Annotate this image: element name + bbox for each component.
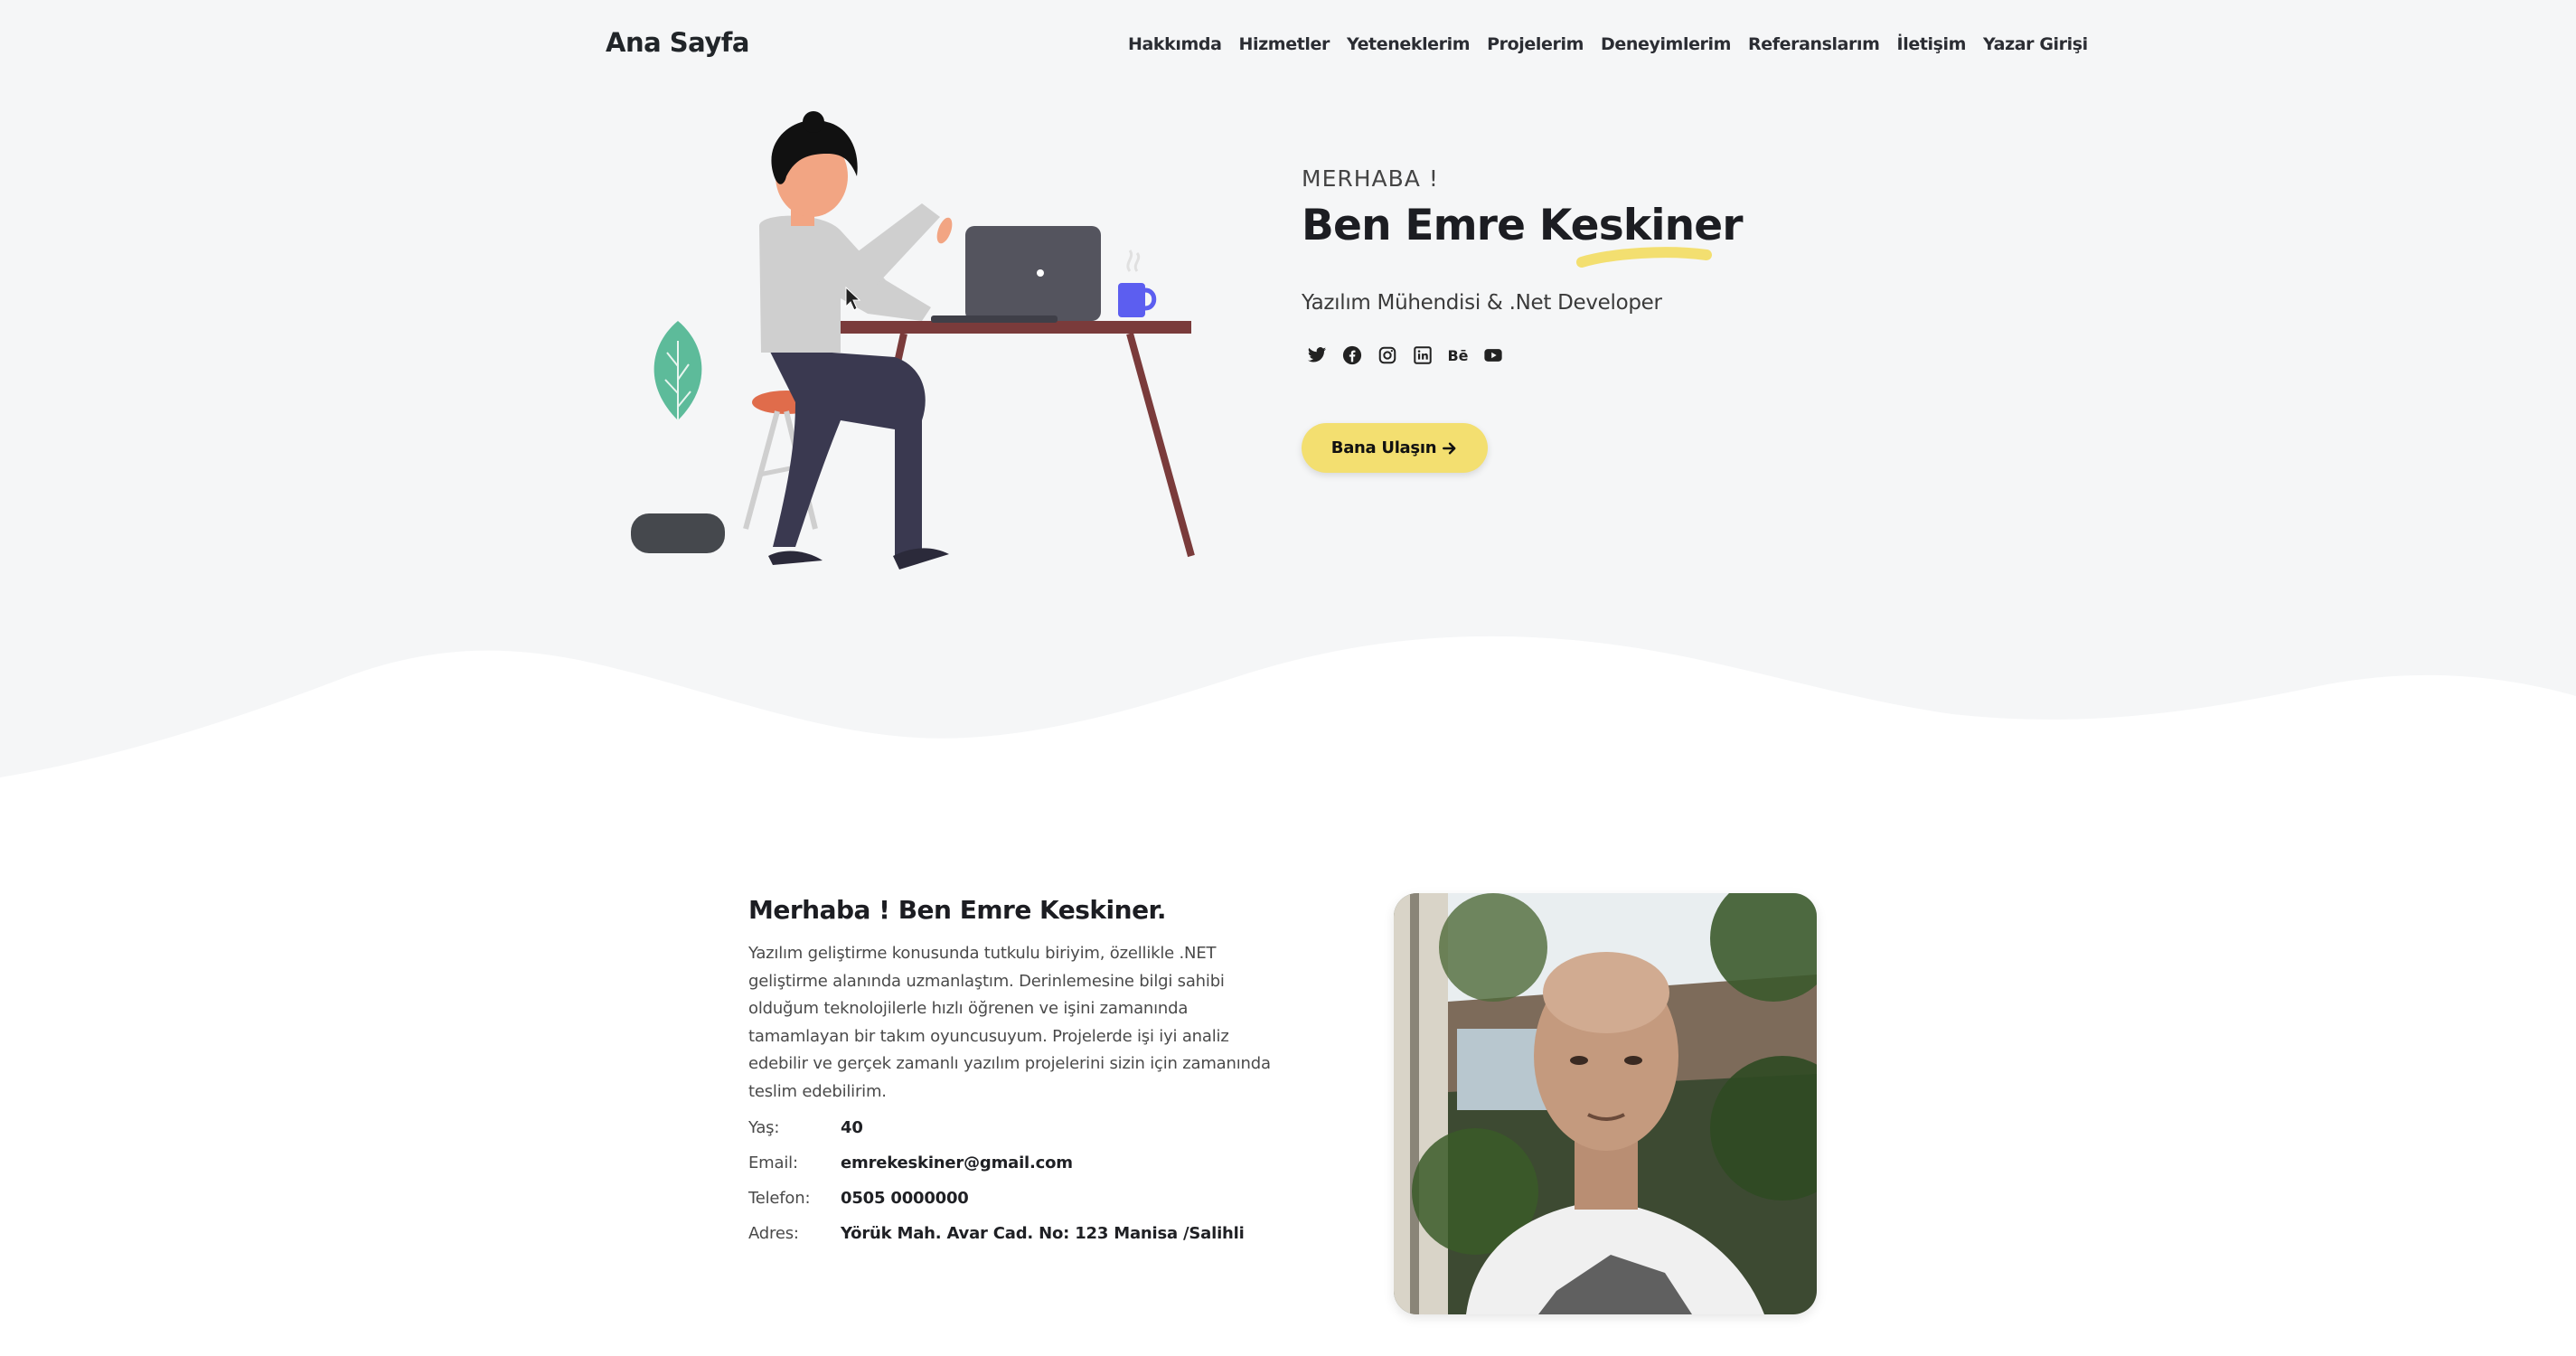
nav-experience[interactable]: Deneyimlerim: [1601, 34, 1731, 54]
nav-projects[interactable]: Projelerim: [1487, 34, 1584, 54]
info-value: 0505 0000000: [841, 1189, 969, 1208]
linkedin-icon[interactable]: [1413, 345, 1433, 365]
info-label: Yaş:: [748, 1118, 780, 1137]
info-row-age: Yaş: 40: [748, 1110, 1245, 1145]
personal-info: Yaş: 40 Email: emrekeskiner@gmail.com Te…: [748, 1110, 1245, 1251]
contact-me-button[interactable]: Bana Ulaşın: [1302, 423, 1488, 473]
nav-references[interactable]: Referanslarım: [1748, 34, 1880, 54]
contact-me-label: Bana Ulaşın: [1330, 438, 1437, 457]
twitter-icon[interactable]: [1307, 345, 1327, 365]
info-row-phone: Telefon: 0505 0000000: [748, 1181, 1245, 1216]
nav-contact[interactable]: İletişim: [1897, 34, 1967, 54]
profile-photo: [1394, 893, 1817, 1314]
info-label: Email:: [748, 1154, 798, 1172]
info-row-email: Email: emrekeskiner@gmail.com: [748, 1145, 1245, 1181]
instagram-icon[interactable]: [1377, 345, 1397, 365]
info-label: Adres:: [748, 1224, 799, 1243]
hero-greeting: MERHABA !: [1302, 165, 1439, 192]
hero-wave-divider: [0, 636, 2576, 814]
nav-services[interactable]: Hizmetler: [1239, 34, 1330, 54]
nav-skills[interactable]: Yeteneklerim: [1347, 34, 1471, 54]
facebook-icon[interactable]: [1342, 345, 1362, 365]
about-title: Merhaba ! Ben Emre Keskiner.: [748, 895, 1167, 925]
arrow-right-icon: [1443, 442, 1456, 454]
hero-name: Ben Emre Keskiner: [1302, 201, 1744, 250]
info-row-address: Adres: Yörük Mah. Avar Cad. No: 123 Mani…: [748, 1216, 1245, 1251]
about-text: Yazılım geliştirme konusunda tutkulu bir…: [748, 944, 1271, 1101]
behance-icon[interactable]: Bē: [1447, 345, 1468, 365]
brand-home-link[interactable]: Ana Sayfa: [606, 27, 749, 58]
nav-author-login[interactable]: Yazar Girişi: [1983, 34, 2088, 54]
main-nav: Hakkımda Hizmetler Yeteneklerim Projeler…: [1128, 34, 2088, 54]
hero-role: Yazılım Mühendisi & .Net Developer: [1302, 291, 1662, 315]
info-label: Telefon:: [748, 1189, 811, 1208]
info-value: Yörük Mah. Avar Cad. No: 123 Manisa /Sal…: [841, 1224, 1245, 1243]
developer-illustration: [631, 111, 1195, 570]
info-value: emrekeskiner@gmail.com: [841, 1154, 1073, 1172]
info-value: 40: [841, 1118, 863, 1137]
social-links: Bē: [1307, 345, 1503, 365]
nav-about[interactable]: Hakkımda: [1128, 34, 1222, 54]
youtube-icon[interactable]: [1483, 345, 1503, 365]
